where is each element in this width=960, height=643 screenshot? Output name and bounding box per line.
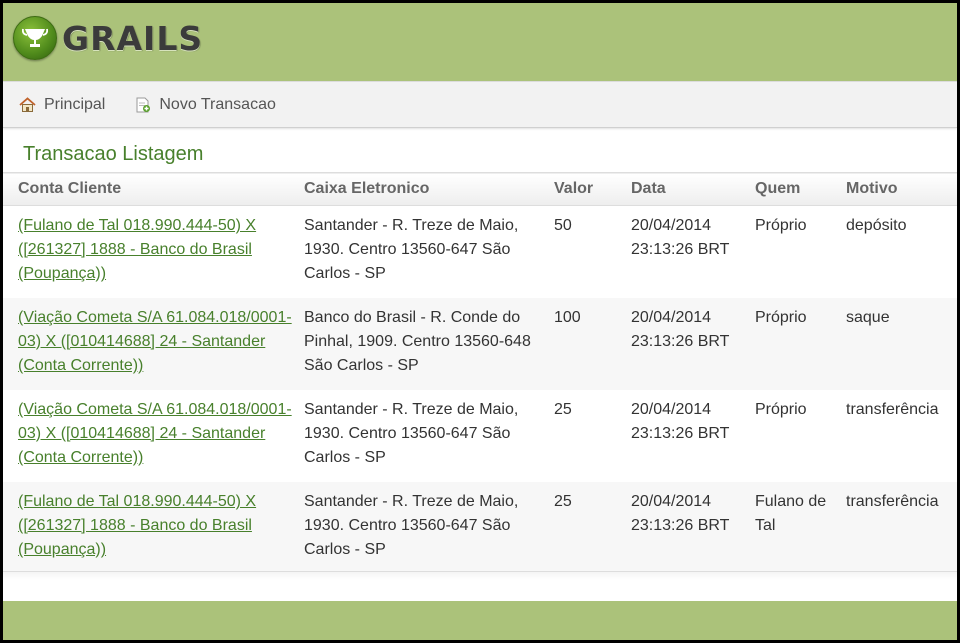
grails-logo[interactable]: GRAILS	[13, 16, 203, 60]
pagination-bar	[3, 571, 957, 580]
table-row: (Viação Cometa S/A 61.084.018/0001-03) X…	[3, 298, 957, 390]
table-row: (Fulano de Tal 018.990.444-50) X ([26132…	[3, 205, 957, 299]
nav-bar: Principal Novo Transacao	[3, 81, 957, 128]
cell-conta-cliente: (Viação Cometa S/A 61.084.018/0001-03) X…	[3, 298, 304, 390]
cell-data: 20/04/2014 23:13:26 BRT	[631, 493, 730, 534]
cell-caixa-eletronico: Santander - R. Treze de Maio, 1930. Cent…	[304, 217, 519, 282]
transacao-table: Conta Cliente Caixa Eletronico Valor Dat…	[3, 172, 957, 574]
cell-valor: 50	[554, 217, 572, 234]
cell-conta-cliente: (Fulano de Tal 018.990.444-50) X ([26132…	[3, 482, 304, 574]
cell-caixa-eletronico: Santander - R. Treze de Maio, 1930. Cent…	[304, 401, 519, 466]
cell-quem: Fulano de Tal	[755, 493, 827, 534]
column-header-valor[interactable]: Valor	[554, 173, 631, 206]
nav-item-novo-transacao[interactable]: Novo Transacao	[135, 96, 276, 114]
cell-quem: Próprio	[755, 217, 807, 234]
cell-caixa-eletronico: Santander - R. Treze de Maio, 1930. Cent…	[304, 493, 519, 558]
cell-valor: 25	[554, 493, 572, 510]
new-document-icon	[136, 97, 151, 112]
cell-quem: Próprio	[755, 401, 807, 418]
app-window: GRAILS Principal Novo Transacao Transaca…	[3, 3, 957, 640]
logo-text: GRAILS	[62, 18, 204, 58]
column-header-conta-cliente[interactable]: Conta Cliente	[3, 173, 304, 206]
main-content: Transacao Listagem Conta Cliente Caixa E…	[3, 128, 957, 574]
cell-data: 20/04/2014 23:13:26 BRT	[631, 217, 730, 258]
column-header-data[interactable]: Data	[631, 173, 755, 206]
conta-cliente-link[interactable]: (Viação Cometa S/A 61.084.018/0001-03) X…	[18, 401, 292, 466]
cell-motivo: depósito	[846, 217, 907, 234]
column-header-quem[interactable]: Quem	[755, 173, 846, 206]
cell-conta-cliente: (Viação Cometa S/A 61.084.018/0001-03) X…	[3, 390, 304, 482]
table-row: (Fulano de Tal 018.990.444-50) X ([26132…	[3, 482, 957, 574]
footer-bar	[3, 601, 957, 640]
table-header-row: Conta Cliente Caixa Eletronico Valor Dat…	[3, 172, 957, 206]
cell-quem: Próprio	[755, 309, 807, 326]
column-header-motivo[interactable]: Motivo	[846, 173, 957, 206]
table-row: (Viação Cometa S/A 61.084.018/0001-03) X…	[3, 390, 957, 482]
conta-cliente-link[interactable]: (Fulano de Tal 018.990.444-50) X ([26132…	[18, 217, 256, 282]
home-icon	[19, 96, 36, 112]
nav-item-principal[interactable]: Principal	[19, 96, 105, 114]
nav-item-label: Principal	[44, 95, 106, 113]
cell-data: 20/04/2014 23:13:26 BRT	[631, 309, 730, 350]
header-banner: GRAILS	[3, 3, 957, 81]
cell-valor: 25	[554, 401, 572, 418]
grails-cup-icon	[13, 16, 57, 60]
cell-motivo: transferência	[846, 493, 939, 510]
conta-cliente-link[interactable]: (Fulano de Tal 018.990.444-50) X ([26132…	[18, 493, 256, 558]
nav-item-label: Novo Transacao	[159, 95, 276, 113]
cell-valor: 100	[554, 309, 581, 326]
cell-motivo: transferência	[846, 401, 939, 418]
conta-cliente-link[interactable]: (Viação Cometa S/A 61.084.018/0001-03) X…	[18, 309, 292, 374]
cell-motivo: saque	[846, 309, 890, 326]
cell-caixa-eletronico: Banco do Brasil - R. Conde do Pinhal, 19…	[304, 309, 531, 374]
cell-conta-cliente: (Fulano de Tal 018.990.444-50) X ([26132…	[3, 206, 304, 299]
cell-data: 20/04/2014 23:13:26 BRT	[631, 401, 730, 442]
page-title: Transacao Listagem	[23, 143, 204, 165]
column-header-caixa-eletronico[interactable]: Caixa Eletronico	[304, 173, 554, 206]
